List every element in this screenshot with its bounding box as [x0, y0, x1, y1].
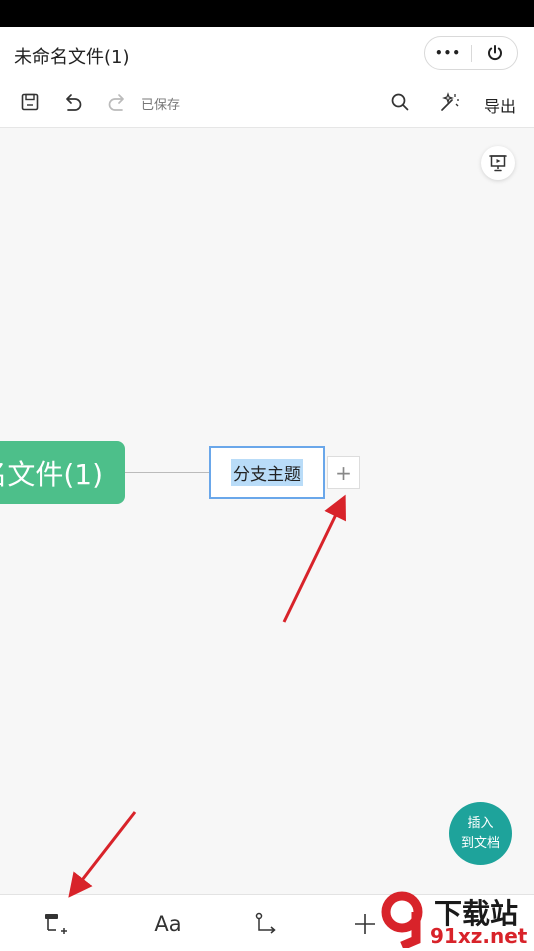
more-dots: •••: [434, 46, 461, 60]
add-child-topic-button[interactable]: +: [327, 456, 360, 489]
root-topic-node[interactable]: 名文件(1): [0, 441, 125, 504]
status-bar: [0, 0, 534, 27]
font-style-icon: Aa: [154, 912, 182, 936]
insert-button-line2: 到文档: [460, 835, 500, 851]
relationship-line-button[interactable]: [252, 909, 282, 939]
save-button[interactable]: [19, 91, 41, 113]
redo-button[interactable]: [106, 91, 128, 113]
insert-to-document-button[interactable]: 插入 到文档: [449, 802, 512, 865]
text-style-button[interactable]: Aa: [153, 909, 183, 939]
presentation-icon: [489, 155, 507, 172]
header: 未命名文件(1) ••• 已保存 导出: [0, 27, 534, 128]
save-status: 已保存: [141, 98, 181, 113]
insert-button-line1: 插入: [467, 815, 494, 831]
mindmap-canvas[interactable]: 名文件(1) 分支主题 + 插入 到文档: [0, 128, 534, 894]
undo-icon: [66, 94, 82, 111]
root-topic-label: 名文件(1): [0, 457, 103, 491]
document-title: 未命名文件(1): [14, 47, 130, 68]
search-button[interactable]: [389, 91, 411, 113]
undo-button[interactable]: [62, 91, 84, 113]
add-subtopic-button[interactable]: [40, 909, 70, 939]
branch-connector-line: [125, 472, 210, 473]
magic-wand-icon: [441, 92, 459, 111]
mini-program-capsule: •••: [424, 36, 518, 70]
redo-icon: [108, 94, 124, 111]
export-button[interactable]: 导出: [484, 93, 516, 117]
branch-topic-node[interactable]: 分支主题: [209, 446, 325, 499]
plus-icon: +: [335, 460, 352, 485]
style-button[interactable]: [439, 91, 461, 113]
add-subtopic-icon: [45, 914, 67, 934]
add-topic-button[interactable]: [350, 909, 380, 939]
site-watermark: 下载站 91xz.net: [378, 890, 534, 950]
watermark-url: 91xz.net: [430, 924, 528, 948]
more-button[interactable]: •••: [425, 37, 471, 69]
branch-topic-label[interactable]: 分支主题: [231, 459, 303, 486]
watermark-logo: [381, 891, 423, 948]
presentation-button[interactable]: [481, 146, 515, 180]
save-icon: [21, 93, 39, 111]
search-icon: [391, 93, 409, 111]
plus-icon: [355, 914, 375, 934]
power-icon: [488, 45, 502, 61]
close-button[interactable]: [472, 37, 518, 69]
connector-icon: [255, 912, 276, 934]
